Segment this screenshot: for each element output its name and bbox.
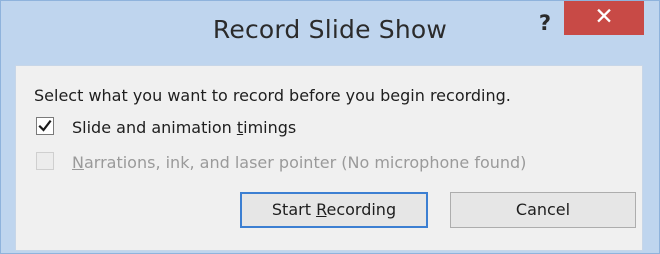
option-label-text: Slide and animation — [72, 118, 237, 137]
title-bar: Record Slide Show ? ✕ — [1, 1, 659, 65]
option-label-text: arrations, ink, and laser pointer (No mi… — [83, 153, 527, 172]
help-button[interactable]: ? — [527, 3, 563, 43]
cancel-button[interactable]: Cancel — [450, 192, 636, 228]
start-recording-button[interactable]: Start Recording — [240, 192, 428, 228]
slide-animation-timings-checkbox[interactable] — [36, 117, 54, 135]
narrations-ink-laser-checkbox — [36, 152, 54, 170]
button-label-accesskey: R — [316, 200, 327, 219]
button-label-text: ecording — [326, 200, 397, 219]
close-button[interactable]: ✕ — [564, 1, 644, 35]
option-label-text: imings — [243, 118, 297, 137]
slide-animation-timings-label[interactable]: Slide and animation timings — [72, 118, 296, 137]
dialog-content: Select what you want to record before yo… — [15, 65, 643, 251]
button-label-text: Start — [271, 200, 317, 219]
instruction-text: Select what you want to record before yo… — [34, 86, 511, 105]
option-label-accesskey: N — [72, 153, 84, 172]
record-slide-show-dialog: Record Slide Show ? ✕ Select what you wa… — [0, 0, 660, 254]
close-icon: ✕ — [594, 4, 614, 30]
narrations-ink-laser-label: Narrations, ink, and laser pointer (No m… — [72, 153, 526, 172]
checkmark-icon — [38, 119, 52, 132]
